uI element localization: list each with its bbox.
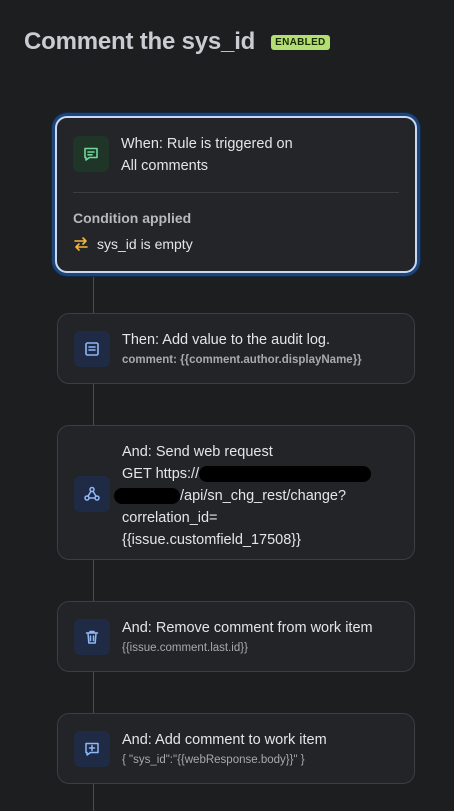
flow-connector — [93, 672, 94, 714]
audit-log-icon — [74, 331, 110, 367]
action-card-web-request[interactable]: And: Send web request GET https:// /api/… — [57, 425, 415, 560]
action-text: And: Add comment to work item { "sys_id"… — [122, 729, 400, 769]
action-text: And: Remove comment from work item {{iss… — [122, 617, 400, 657]
condition-title: Condition applied — [73, 210, 192, 226]
action-title: Then: Add value to the audit log. — [122, 332, 330, 348]
flow-connector — [93, 274, 94, 314]
request-query: correlation_id= — [122, 510, 218, 526]
condition-row[interactable]: sys_id is empty — [73, 236, 193, 252]
trigger-card[interactable]: When: Rule is triggered on All comments … — [55, 116, 417, 273]
redacted-block — [114, 488, 180, 505]
action-card-audit-log[interactable]: Then: Add value to the audit log. commen… — [57, 313, 415, 384]
comment-icon — [73, 136, 109, 172]
flow-connector — [93, 560, 94, 602]
action-title: And: Add comment to work item — [122, 732, 327, 748]
action-text: And: Send web request GET https:// /api/… — [114, 441, 400, 551]
request-url-line-1: GET https:// — [122, 463, 400, 485]
action-text: Then: Add value to the audit log. commen… — [122, 329, 400, 369]
page-title: Comment the sys_id — [24, 28, 256, 55]
divider — [73, 192, 399, 193]
request-path: /api/sn_chg_rest/change? — [180, 488, 347, 504]
request-query-value: {{issue.customfield_17508}} — [122, 532, 301, 548]
request-url-line-2: /api/sn_chg_rest/change? — [114, 485, 400, 507]
action-title: And: Send web request — [122, 444, 273, 460]
condition-text: sys_id is empty — [97, 236, 193, 252]
automation-rule-page: Comment the sys_id ENABLED When: Rule is… — [0, 0, 454, 811]
flow-connector — [93, 384, 94, 426]
trigger-line-1: When: Rule is triggered on — [121, 136, 293, 152]
status-badge: ENABLED — [271, 34, 330, 50]
action-card-remove-comment[interactable]: And: Remove comment from work item {{iss… — [57, 601, 415, 672]
trigger-text: When: Rule is triggered on All comments — [121, 133, 401, 177]
swap-arrows-icon — [74, 237, 88, 251]
action-detail: {{issue.comment.last.id}} — [122, 642, 248, 654]
request-method-url: GET https:// — [122, 466, 200, 482]
action-detail: { "sys_id":"{{webResponse.body}}" } — [122, 754, 305, 766]
trash-icon — [74, 619, 110, 655]
redacted-block — [199, 466, 372, 483]
add-comment-icon — [74, 731, 110, 767]
flow-connector — [93, 784, 94, 811]
action-detail: comment: {{comment.author.displayName}} — [122, 354, 362, 366]
action-title: And: Remove comment from work item — [122, 620, 373, 636]
action-card-add-comment[interactable]: And: Add comment to work item { "sys_id"… — [57, 713, 415, 784]
webhook-icon — [74, 476, 110, 512]
trigger-line-2: All comments — [121, 158, 209, 174]
rule-header: Comment the sys_id ENABLED — [24, 28, 330, 56]
